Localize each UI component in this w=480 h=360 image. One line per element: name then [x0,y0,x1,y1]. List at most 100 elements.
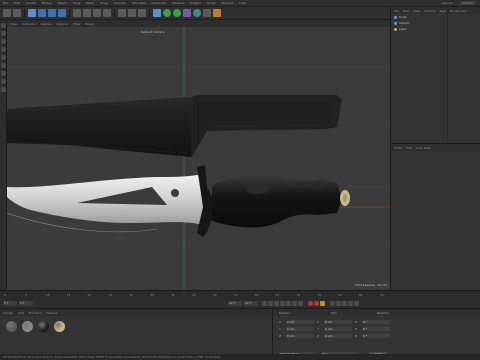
viewport-menu-display[interactable]: Display [40,22,51,26]
material-swatch[interactable] [22,321,33,332]
size-x-field[interactable]: 0 cm [324,319,352,324]
move-tool-icon[interactable] [38,9,46,17]
previous-frame-icon[interactable] [274,301,279,306]
workplane-icon[interactable] [1,47,6,52]
viewport-menu-view[interactable]: View [10,22,17,26]
viewport-menu-panel[interactable]: Panel [86,22,94,26]
undo-icon[interactable] [3,9,11,17]
material-swatch[interactable] [6,321,17,332]
om-menu-objects[interactable]: Objects [424,9,435,13]
deformer-icon[interactable] [183,9,191,17]
position-key-icon[interactable] [330,301,335,306]
menu-character[interactable]: Character [152,1,167,5]
perspective-viewport[interactable]: Default Camera Grid Spacing : 10 cm [7,27,390,290]
viewport-menu-cameras[interactable]: Cameras [22,22,35,26]
cube-icon[interactable] [153,9,161,17]
point-level-key-icon[interactable] [354,301,359,306]
goto-start-icon[interactable] [262,301,267,306]
render-settings-icon[interactable] [138,9,146,17]
timeline-ruler[interactable]: 0 5 10 15 20 25 30 35 40 45 50 55 60 65 70 75 80 85 90 [0,290,480,300]
goto-end-icon[interactable] [298,301,303,306]
mm-menu-function[interactable]: Function [29,311,42,315]
array-icon[interactable] [173,9,181,17]
menu-pipeline[interactable]: Pipeline [172,1,184,5]
om-menu-bookmarks[interactable]: Bookmarks [450,9,467,13]
viewport-menu-options[interactable]: Options [57,22,69,26]
autokey-icon[interactable] [314,301,319,306]
floor-icon[interactable] [193,9,201,17]
rotate-tool-icon[interactable] [58,9,66,17]
size-z-field[interactable]: 0 cm [324,333,352,338]
render-picture-viewer-icon[interactable] [128,9,136,17]
position-y-field[interactable]: 0 cm [286,326,314,331]
model-mode-icon[interactable] [1,31,6,36]
keyframe-selection-icon[interactable] [320,301,325,306]
edges-mode-icon[interactable] [1,63,6,68]
mm-menu-texture[interactable]: Texture [47,311,58,315]
previous-key-icon[interactable] [268,301,273,306]
menu-edit[interactable]: Edit [14,1,20,5]
object-row-light[interactable]: Light [391,26,480,32]
menu-modes[interactable]: Modes [42,1,52,5]
menu-help[interactable]: Help [239,1,246,5]
menu-tools[interactable]: Tools [73,1,80,5]
mm-menu-edit[interactable]: Edit [18,311,24,315]
mm-menu-create[interactable]: Create [3,311,13,315]
menu-plugins[interactable]: Plugins [190,1,201,5]
rotation-b-field[interactable]: 0 ° [362,333,390,338]
om-menu-file[interactable]: File [394,9,399,13]
x-axis-lock-icon[interactable] [73,9,81,17]
menu-select[interactable]: Select [58,1,67,5]
rotation-p-field[interactable]: 0 ° [362,326,390,331]
om-menu-view[interactable]: View [413,9,420,13]
menu-script[interactable]: Script [207,1,216,5]
points-mode-icon[interactable] [1,55,6,60]
menu-simulate[interactable]: Simulate [132,1,145,5]
am-menu-user-data[interactable]: User Data [416,146,431,150]
position-z-field[interactable]: 0 cm [286,333,314,338]
next-frame-icon[interactable] [286,301,291,306]
light-icon[interactable] [213,9,221,17]
rotation-key-icon[interactable] [342,301,347,306]
size-y-field[interactable]: 0 cm [324,326,352,331]
material-swatch[interactable] [54,321,65,332]
current-frame-field[interactable]: 0 F [19,301,33,306]
menu-animate[interactable]: Animate [114,1,127,5]
om-menu-edit[interactable]: Edit [403,9,409,13]
axis-mode-icon[interactable] [1,79,6,84]
z-axis-lock-icon[interactable] [93,9,101,17]
polygons-mode-icon[interactable] [1,71,6,76]
parameter-key-icon[interactable] [348,301,353,306]
rotation-h-field[interactable]: 0 ° [362,319,390,324]
play-icon[interactable] [280,301,285,306]
scale-key-icon[interactable] [336,301,341,306]
menu-file[interactable]: File [3,1,8,5]
am-menu-edit[interactable]: Edit [406,146,412,150]
y-axis-lock-icon[interactable] [83,9,91,17]
start-frame-field[interactable]: 0 F [3,301,17,306]
coordinate-system-icon[interactable] [103,9,111,17]
am-menu-mode[interactable]: Mode [394,146,402,150]
redo-icon[interactable] [13,9,21,17]
texture-mode-icon[interactable] [1,39,6,44]
layout-select[interactable]: Startup [458,1,476,5]
material-swatch[interactable] [38,321,49,332]
camera-icon[interactable] [203,9,211,17]
om-menu-tags[interactable]: Tags [439,9,446,13]
scale-tool-icon[interactable] [48,9,56,17]
menu-create[interactable]: Create [26,1,36,5]
next-key-icon[interactable] [292,301,297,306]
make-editable-icon[interactable] [1,23,6,28]
max-frame-field[interactable]: 90 F [244,301,258,306]
menu-mesh[interactable]: Mesh [86,1,94,5]
menu-window[interactable]: Window [222,1,234,5]
viewport-menu-filter[interactable]: Filter [73,22,80,26]
subdivision-surface-icon[interactable] [163,9,171,17]
menu-snap[interactable]: Snap [100,1,108,5]
render-view-icon[interactable] [118,9,126,17]
end-frame-field[interactable]: 90 F [228,301,242,306]
position-x-field[interactable]: 0 cm [286,319,314,324]
live-selection-icon[interactable] [28,9,36,17]
snap-icon[interactable] [1,87,6,92]
record-icon[interactable] [308,301,313,306]
